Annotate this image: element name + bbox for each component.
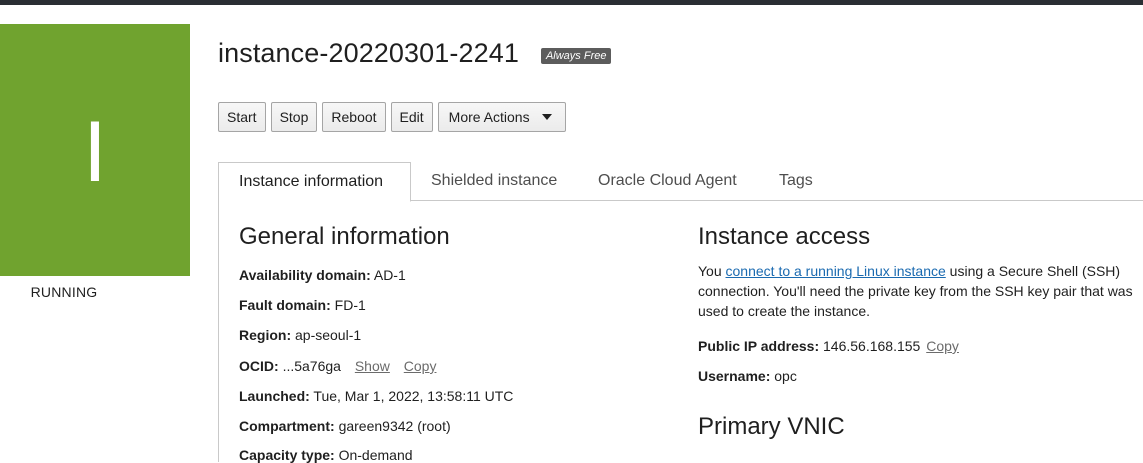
more-actions-label: More Actions [448, 109, 530, 125]
fault-domain-row: Fault domain: FD-1 [239, 297, 366, 313]
public-ip-label: Public IP address: [698, 338, 820, 354]
availability-domain-label: Availability domain: [239, 267, 371, 283]
stop-button[interactable]: Stop [270, 102, 318, 132]
status-letter: I [83, 104, 107, 200]
ocid-row: OCID: ...5a76ga Show Copy [239, 358, 436, 374]
capacity-type-value: On-demand [338, 447, 413, 463]
region-value: ap-seoul-1 [295, 327, 362, 343]
general-information-heading: General information [239, 223, 450, 250]
availability-domain-value: AD-1 [373, 267, 406, 283]
title-row: instance-20220301-2241 Always Free [218, 38, 612, 69]
top-bar [0, 0, 1143, 5]
public-ip-copy-link[interactable]: Copy [926, 338, 959, 354]
username-label: Username: [698, 368, 771, 384]
tab-tags[interactable]: Tags [759, 162, 833, 201]
connect-linux-instance-link[interactable]: connect to a running Linux instance [726, 263, 946, 279]
caret-down-icon [541, 114, 552, 120]
tab-bar: Instance information Shielded instance O… [218, 162, 1143, 202]
compartment-label: Compartment: [239, 418, 335, 434]
compartment-row: Compartment: gareen9342 (root) [239, 418, 451, 434]
instance-access-description: You connect to a running Linux instance … [698, 261, 1143, 321]
availability-domain-row: Availability domain: AD-1 [239, 267, 406, 283]
tab-instance-information[interactable]: Instance information [218, 162, 411, 202]
always-free-badge: Always Free [540, 47, 612, 64]
ocid-show-link[interactable]: Show [355, 358, 390, 374]
launched-value: Tue, Mar 1, 2022, 13:58:11 UTC [313, 388, 514, 404]
ocid-value: ...5a76ga [282, 358, 341, 374]
capacity-type-row: Capacity type: On-demand [239, 447, 413, 463]
fault-domain-label: Fault domain: [239, 297, 331, 313]
primary-vnic-heading: Primary VNIC [698, 413, 845, 440]
public-ip-row: Public IP address: 146.56.168.155 Copy [698, 338, 959, 354]
instance-status-tile: I [0, 24, 190, 276]
compartment-value: gareen9342 (root) [338, 418, 451, 434]
ocid-label: OCID: [239, 358, 279, 374]
fault-domain-value: FD-1 [334, 297, 366, 313]
capacity-type-label: Capacity type: [239, 447, 335, 463]
tab-shielded-instance[interactable]: Shielded instance [411, 162, 577, 201]
instance-status-label: RUNNING [30, 284, 98, 300]
instance-access-heading: Instance access [698, 223, 871, 250]
launched-label: Launched: [239, 388, 310, 404]
ocid-copy-link[interactable]: Copy [404, 358, 437, 374]
region-label: Region: [239, 327, 292, 343]
page-title: instance-20220301-2241 [218, 38, 519, 68]
more-actions-button[interactable]: More Actions [437, 102, 566, 132]
panel-left-border [218, 200, 219, 462]
edit-button[interactable]: Edit [390, 102, 433, 132]
access-text-before: You [698, 263, 726, 279]
start-button[interactable]: Start [218, 102, 266, 132]
tab-oracle-cloud-agent[interactable]: Oracle Cloud Agent [578, 162, 757, 201]
username-row: Username: opc [698, 368, 797, 384]
launched-row: Launched: Tue, Mar 1, 2022, 13:58:11 UTC [239, 388, 513, 404]
public-ip-value: 146.56.168.155 [823, 338, 921, 354]
reboot-button[interactable]: Reboot [322, 102, 386, 132]
username-value: opc [774, 368, 797, 384]
region-row: Region: ap-seoul-1 [239, 327, 361, 343]
action-toolbar: Start Stop Reboot Edit More Actions [218, 102, 566, 132]
